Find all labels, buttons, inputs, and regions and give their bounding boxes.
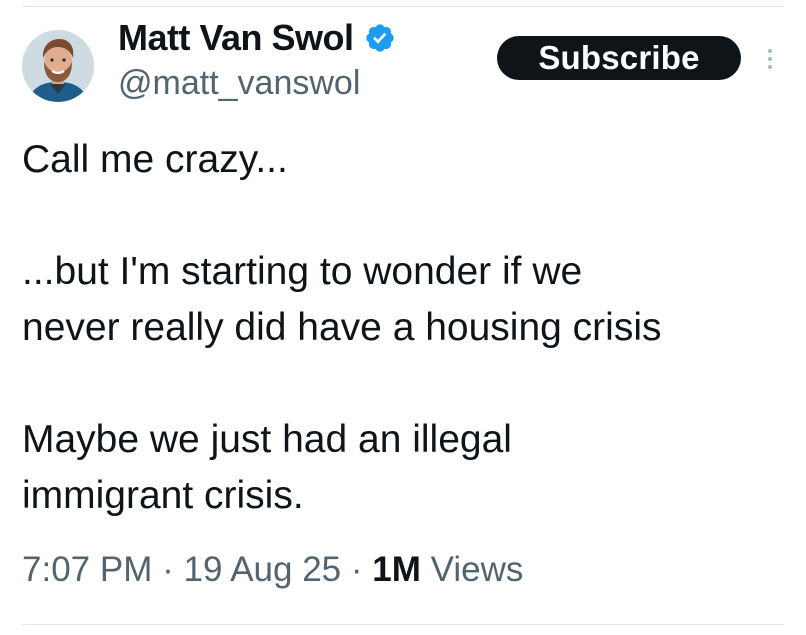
separator: · [162, 550, 174, 589]
tweet-line: immigrant crisis. [22, 474, 304, 517]
author-handle[interactable]: @matt_vanswol [118, 64, 360, 103]
verified-badge-icon[interactable] [364, 22, 396, 54]
avatar[interactable] [22, 30, 94, 102]
tweet-text: Call me crazy... ...but I'm starting to … [22, 132, 792, 524]
author-name-row: Matt Van Swol [118, 14, 396, 62]
top-divider [22, 6, 784, 7]
author-display-name[interactable]: Matt Van Swol [118, 17, 354, 59]
separator: · [350, 550, 363, 589]
tweet-line: ...but I'm starting to wonder if we [22, 250, 583, 293]
views-count: 1M [372, 550, 421, 589]
tweet-line: Call me crazy... [22, 138, 288, 181]
more-vertical-icon[interactable] [760, 44, 780, 74]
tweet-line: never really did have a housing crisis [22, 306, 662, 349]
tweet-line: Maybe we just had an illegal [22, 418, 512, 461]
tweet-time[interactable]: 7:07 PM [22, 550, 152, 589]
tweet-date[interactable]: 19 Aug 25 [183, 550, 341, 589]
views-label: Views [430, 550, 524, 589]
tweet-meta: 7:07 PM · 19 Aug 25 · 1M Views [22, 550, 523, 590]
bottom-divider [22, 624, 784, 625]
subscribe-button[interactable]: Subscribe [497, 36, 741, 80]
